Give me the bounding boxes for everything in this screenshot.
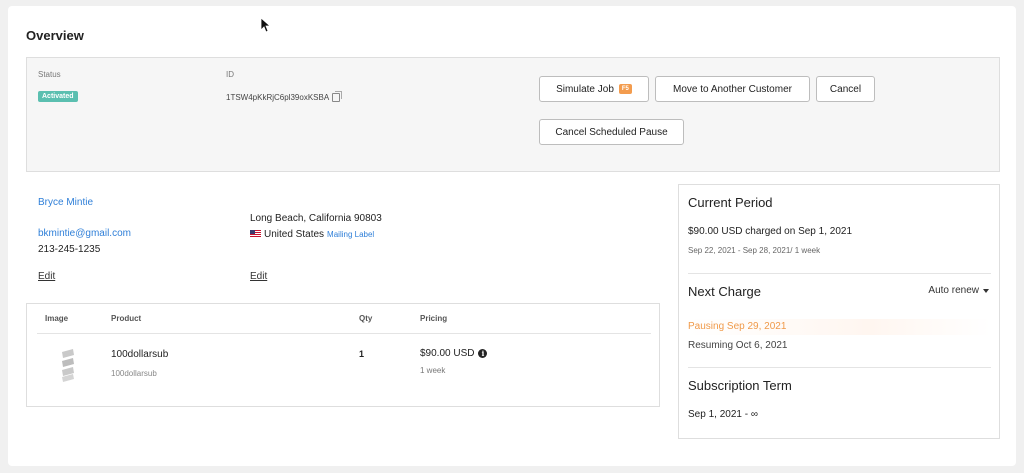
product-qty: 1	[359, 349, 365, 359]
cancel-button[interactable]: Cancel	[816, 76, 875, 102]
current-period-title: Current Period	[688, 195, 773, 210]
simulate-job-button[interactable]: Simulate Job F5	[539, 76, 649, 102]
address-city-line: Long Beach, California 90803	[250, 213, 382, 224]
product-price-value: $90.00 USD	[420, 348, 475, 359]
product-image-icon	[62, 349, 74, 382]
subscription-id: 1TSW4pKkRjC6pl39oxKSBA	[226, 91, 343, 102]
id-label: ID	[226, 70, 234, 79]
us-flag-icon	[250, 230, 261, 238]
product-interval: 1 week	[420, 366, 446, 375]
sidebar-divider	[688, 367, 991, 368]
edit-address-link[interactable]: Edit	[250, 271, 267, 282]
col-header-image: Image	[45, 314, 69, 323]
overview-panel: Status Activated ID 1TSW4pKkRjC6pl39oxKS…	[26, 57, 1000, 172]
product-price: $90.00 USD i	[420, 348, 488, 359]
product-name: 100dollarsub	[111, 349, 169, 360]
next-charge-title: Next Charge	[688, 284, 761, 299]
copy-icon[interactable]	[332, 91, 343, 102]
products-table: Image Product Qty Pricing 100dollarsub 1…	[26, 303, 660, 407]
mailing-label-link[interactable]: Mailing Label	[327, 230, 374, 239]
page-title: Overview	[26, 28, 84, 43]
subscription-term-title: Subscription Term	[688, 378, 792, 393]
customer-email-link[interactable]: bkmintie@gmail.com	[38, 228, 131, 239]
current-period-range: Sep 22, 2021 - Sep 28, 2021/ 1 week	[688, 246, 821, 255]
customer-name-link[interactable]: Bryce Mintie	[38, 197, 93, 208]
simulate-job-label: Simulate Job	[556, 83, 614, 95]
pausing-date: Pausing Sep 29, 2021	[688, 319, 991, 335]
customer-phone: 213-245-1235	[38, 244, 101, 255]
address-country: United States Mailing Label	[250, 229, 374, 240]
status-badge: Activated	[38, 91, 78, 102]
auto-renew-dropdown[interactable]: Auto renew	[928, 285, 989, 296]
col-header-qty: Qty	[359, 314, 373, 323]
col-header-pricing: Pricing	[420, 314, 448, 323]
subscription-page: Overview Status Activated ID 1TSW4pKkRjC…	[8, 6, 1016, 466]
billing-sidebar: Current Period $90.00 USD charged on Sep…	[678, 184, 1000, 439]
subscription-term-value: Sep 1, 2021 - ∞	[688, 409, 758, 420]
edit-customer-link[interactable]: Edit	[38, 271, 55, 282]
address-country-name: United States	[264, 229, 325, 240]
resuming-date: Resuming Oct 6, 2021	[688, 340, 788, 351]
cancel-scheduled-pause-button[interactable]: Cancel Scheduled Pause	[539, 119, 684, 145]
chevron-down-icon	[983, 288, 989, 293]
shortcut-badge: F5	[618, 84, 632, 94]
col-header-product: Product	[111, 314, 142, 323]
status-label: Status	[38, 70, 61, 79]
move-customer-button[interactable]: Move to Another Customer	[655, 76, 810, 102]
info-icon[interactable]: i	[478, 349, 488, 358]
auto-renew-label: Auto renew	[928, 285, 979, 296]
mouse-cursor-icon	[260, 17, 270, 33]
subscription-id-value: 1TSW4pKkRjC6pl39oxKSBA	[226, 93, 330, 102]
sidebar-divider	[688, 273, 991, 274]
current-period-charge: $90.00 USD charged on Sep 1, 2021	[688, 226, 853, 237]
table-divider	[37, 333, 651, 334]
product-sku: 100dollarsub	[111, 369, 157, 378]
